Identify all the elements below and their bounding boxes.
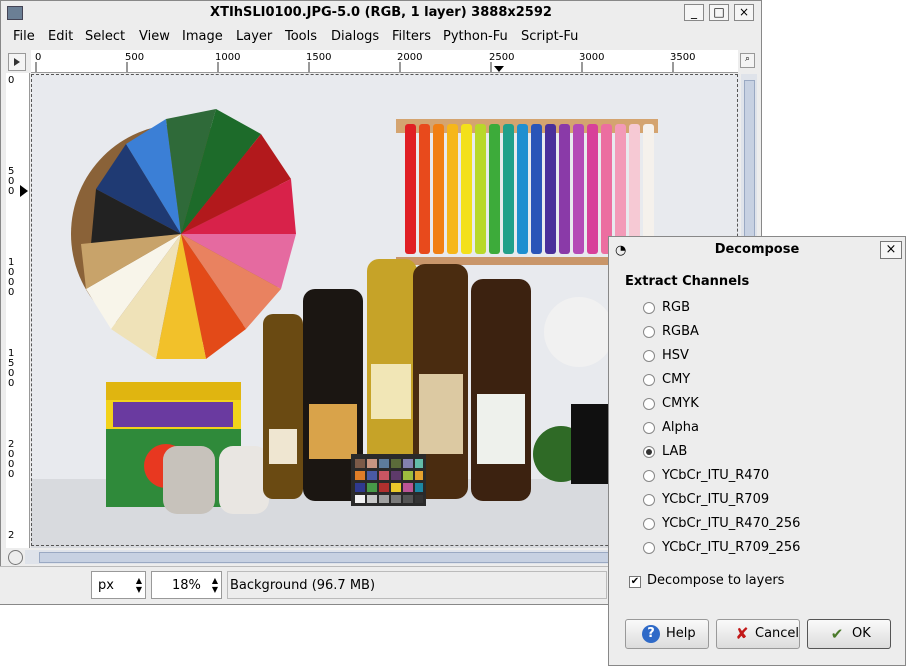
radio-button[interactable] (643, 326, 655, 338)
menu-script-fu[interactable]: Script-Fu (521, 29, 578, 44)
zoom-value: 18% (172, 578, 201, 593)
radio-button[interactable] (643, 350, 655, 362)
menu-filters[interactable]: Filters (392, 29, 431, 44)
radio-label: CMY (662, 372, 691, 387)
help-button-label: Help (666, 626, 696, 641)
window-title: XTIhSLI0100.JPG-5.0 (RGB, 1 layer) 3888x… (210, 5, 552, 20)
menu-file[interactable]: File (13, 29, 35, 44)
ruler-v-label: 2000 (8, 439, 15, 480)
maximize-button[interactable]: □ (709, 4, 729, 21)
navigate-icon[interactable] (8, 53, 26, 71)
status-text: Background (96.7 MB) (230, 578, 376, 593)
zoom-select[interactable]: 18% ▲ ▼ (151, 571, 222, 599)
chevron-updown-icon: ▲ ▼ (211, 576, 218, 594)
decompose-to-layers-label[interactable]: Decompose to layers (647, 573, 784, 588)
vertical-ruler[interactable]: 0 500 1000 1500 2000 2 (6, 73, 30, 548)
radio-label: RGBA (662, 324, 699, 339)
cancel-icon: ✘ (735, 624, 749, 643)
ruler-h-label: 1000 (215, 52, 241, 63)
radio-button[interactable] (643, 494, 655, 506)
ruler-h-label: 1500 (306, 52, 332, 63)
unit-select[interactable]: px ▲ ▼ (91, 571, 146, 599)
ruler-h-label: 2500 (489, 52, 515, 63)
ruler-h-label: 3500 (670, 52, 696, 63)
radio-label: LAB (662, 444, 688, 459)
menu-python-fu[interactable]: Python-Fu (443, 29, 508, 44)
horizontal-ruler[interactable]: 0 500 1000 1500 2000 2500 3000 3500 (31, 50, 738, 73)
radio-button[interactable] (643, 518, 655, 530)
radio-label: HSV (662, 348, 689, 363)
chevron-updown-icon: ▲ ▼ (135, 576, 142, 594)
radio-label: YCbCr_ITU_R470 (662, 468, 770, 483)
ruler-h-label: 500 (125, 52, 145, 63)
minimize-button[interactable]: _ (684, 4, 704, 21)
ruler-h-label: 2000 (397, 52, 423, 63)
radio-button[interactable] (643, 542, 655, 554)
title-bar: XTIhSLI0100.JPG-5.0 (RGB, 1 layer) 3888x… (1, 1, 761, 25)
ruler-v-label: 0 (8, 75, 15, 86)
ruler-h-label: 0 (35, 52, 42, 63)
ruler-h-label: 3000 (579, 52, 605, 63)
ruler-v-label: 1500 (8, 348, 15, 389)
dialog-title: Decompose (714, 242, 800, 257)
ruler-v-label: 500 (8, 166, 15, 197)
ok-button[interactable]: ✔ OK (807, 619, 891, 649)
unit-value: px (98, 578, 114, 593)
help-icon: ? (642, 625, 660, 643)
ok-icon: ✔ (830, 625, 844, 643)
menu-view[interactable]: View (139, 29, 170, 44)
help-button[interactable]: ? Help (625, 619, 709, 649)
extract-channels-heading: Extract Channels (625, 274, 750, 289)
dialog-close-button[interactable]: × (880, 241, 902, 259)
radio-button[interactable] (643, 398, 655, 410)
menu-image[interactable]: Image (182, 29, 223, 44)
radio-button[interactable] (643, 302, 655, 314)
radio-label: YCbCr_ITU_R470_256 (662, 516, 801, 531)
menu-select[interactable]: Select (85, 29, 125, 44)
radio-label: Alpha (662, 420, 699, 435)
decompose-dialog: ◔ Decompose × Extract Channels RGB RGBA … (608, 236, 906, 666)
radio-button[interactable] (643, 470, 655, 482)
radio-button-selected[interactable] (643, 446, 655, 458)
radio-label: RGB (662, 300, 691, 315)
radio-button[interactable] (643, 374, 655, 386)
menu-edit[interactable]: Edit (48, 29, 73, 44)
ruler-v-label: 1000 (8, 257, 15, 298)
radio-label: YCbCr_ITU_R709_256 (662, 540, 801, 555)
radio-label: YCbCr_ITU_R709 (662, 492, 770, 507)
status-message: Background (96.7 MB) (227, 571, 607, 599)
dialog-title-bar: ◔ Decompose × (609, 237, 905, 263)
menu-dialogs[interactable]: Dialogs (331, 29, 379, 44)
quick-mask-icon[interactable] (8, 550, 23, 565)
zoom-icon[interactable]: ⌕ (740, 53, 755, 68)
menu-bar: File Edit Select View Image Layer Tools … (1, 25, 761, 48)
ruler-v-label: 2 (8, 530, 15, 541)
radio-label: CMYK (662, 396, 699, 411)
ok-button-label: OK (852, 626, 871, 641)
cancel-button[interactable]: ✘ Cancel (716, 619, 800, 649)
menu-layer[interactable]: Layer (236, 29, 272, 44)
cancel-button-label: Cancel (755, 626, 800, 641)
close-button[interactable]: × (734, 4, 754, 21)
decompose-to-layers-checkbox[interactable]: ✔ (629, 576, 641, 588)
radio-button[interactable] (643, 422, 655, 434)
menu-tools[interactable]: Tools (285, 29, 317, 44)
